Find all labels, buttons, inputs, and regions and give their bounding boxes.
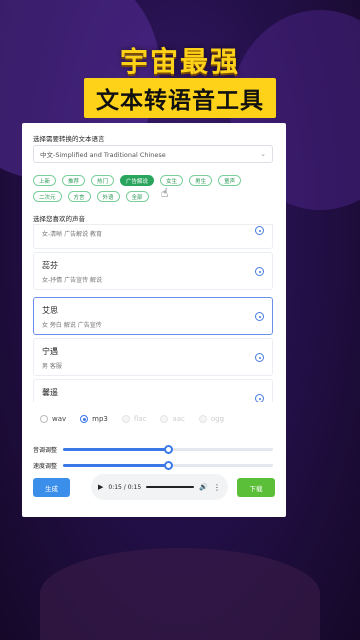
tag-filter[interactable]: 方言 bbox=[67, 191, 91, 202]
voice-card[interactable]: 艾思女 旁白 解说 广告宣传 bbox=[33, 297, 273, 335]
language-select[interactable]: 中文-Simplified and Traditional Chinese ⌄ bbox=[33, 145, 273, 163]
tag-filter[interactable]: 全部 bbox=[125, 191, 149, 202]
tag-filter-group: 上新 推荐 热门 广告解说 女生 男生 童声二次元 方言 外语 全部 bbox=[33, 175, 273, 202]
voice-name: 蕊芬 bbox=[42, 261, 58, 270]
pitch-label: 音调调整 bbox=[33, 447, 58, 454]
voice-label: 选择您喜欢的声音 bbox=[33, 215, 85, 223]
speed-slider-handle[interactable] bbox=[164, 461, 173, 470]
format-radio-group: wav mp3 flac aac ogg bbox=[40, 415, 224, 423]
format-option[interactable]: mp3 bbox=[80, 415, 108, 423]
player-progress-bar[interactable] bbox=[146, 486, 195, 488]
voice-preview-icon[interactable] bbox=[255, 353, 264, 362]
voice-name: 女-清晰 广告解说 教育 bbox=[42, 231, 102, 238]
format-label: flac bbox=[133, 415, 147, 423]
voice-preview-icon[interactable] bbox=[255, 394, 264, 402]
voice-description: 女 旁白 解说 广告宣传 bbox=[42, 322, 102, 329]
tag-filter[interactable]: 广告解说 bbox=[120, 175, 155, 186]
pitch-slider-fill bbox=[63, 448, 168, 451]
radio-icon bbox=[160, 415, 169, 423]
pitch-slider-handle[interactable] bbox=[164, 445, 173, 454]
voice-preview-icon[interactable] bbox=[255, 226, 264, 235]
format-label: mp3 bbox=[92, 415, 108, 423]
background-decoration bbox=[40, 548, 320, 640]
voice-preview-icon[interactable] bbox=[255, 267, 264, 276]
voice-card[interactable]: 馨遥女 广告宣传 新闻解说 bbox=[33, 379, 273, 402]
voice-list[interactable]: 女-清晰 广告解说 教育 蕊芬女-抒情 广告宣传 解说 艾思女 旁白 解说 广告宣传… bbox=[33, 224, 273, 402]
play-icon[interactable]: ▶ bbox=[98, 483, 103, 491]
format-label: ogg bbox=[210, 415, 225, 423]
voice-card[interactable]: 宁遇男 客服 bbox=[33, 338, 273, 376]
speed-slider-row: 速度调整 bbox=[33, 461, 273, 470]
tag-filter[interactable]: 推荐 bbox=[62, 175, 86, 186]
tag-filter[interactable]: 男生 bbox=[189, 175, 213, 186]
radio-icon[interactable] bbox=[80, 415, 89, 423]
pitch-slider[interactable] bbox=[63, 445, 273, 454]
tag-filter[interactable]: 童声 bbox=[218, 175, 242, 186]
voice-description: 女-抒情 广告宣传 解说 bbox=[42, 277, 102, 284]
format-label: wav bbox=[52, 415, 67, 423]
speed-slider-fill bbox=[63, 464, 168, 467]
format-label: aac bbox=[172, 415, 185, 423]
format-option: flac bbox=[121, 415, 147, 423]
speed-slider[interactable] bbox=[63, 461, 273, 470]
tag-filter[interactable]: 女生 bbox=[160, 175, 184, 186]
format-option[interactable]: wav bbox=[40, 415, 66, 423]
player-time: 0:15 / 0:15 bbox=[108, 483, 142, 491]
speed-label: 速度调整 bbox=[33, 463, 58, 470]
voice-name: 艾思 bbox=[42, 306, 58, 315]
tag-filter[interactable]: 外语 bbox=[96, 191, 120, 202]
more-options-icon[interactable]: ⋮ bbox=[213, 483, 221, 492]
tag-filter[interactable]: 热门 bbox=[91, 175, 115, 186]
voice-card[interactable]: 女-清晰 广告解说 教育 bbox=[33, 225, 273, 249]
volume-icon[interactable]: 🔊 bbox=[199, 483, 208, 491]
tag-filter[interactable]: 二次元 bbox=[33, 191, 62, 202]
voice-name: 馨遥 bbox=[42, 388, 58, 397]
radio-icon bbox=[121, 415, 130, 423]
pitch-slider-row: 音调调整 bbox=[33, 445, 273, 454]
audio-player: ▶ 0:15 / 0:15 🔊 ⋮ bbox=[91, 474, 228, 500]
subheadline-banner: 文本转语音工具 bbox=[84, 78, 276, 118]
language-select-value: 中文-Simplified and Traditional Chinese bbox=[40, 151, 166, 159]
download-button[interactable]: 下载 bbox=[237, 478, 275, 497]
voice-card[interactable]: 蕊芬女-抒情 广告宣传 解说 bbox=[33, 252, 273, 290]
subheadline: 文本转语音工具 bbox=[96, 88, 264, 114]
radio-icon bbox=[198, 415, 207, 423]
tts-panel: 选择需要转换的文本语言 中文-Simplified and Traditiona… bbox=[22, 123, 286, 517]
voice-name: 宁遇 bbox=[42, 347, 58, 356]
mouse-cursor-icon: ☝ bbox=[161, 186, 169, 200]
language-label: 选择需要转换的文本语言 bbox=[33, 135, 105, 143]
tag-filter[interactable]: 上新 bbox=[33, 175, 57, 186]
voice-description: 男 客服 bbox=[42, 363, 62, 370]
headline: 宇宙最强 bbox=[119, 45, 240, 78]
radio-icon[interactable] bbox=[40, 415, 48, 423]
voice-preview-icon[interactable] bbox=[255, 312, 264, 321]
format-option: aac bbox=[160, 415, 185, 423]
generate-button[interactable]: 生成 bbox=[33, 478, 70, 497]
format-option: ogg bbox=[198, 415, 225, 423]
chevron-down-icon: ⌄ bbox=[260, 150, 266, 158]
